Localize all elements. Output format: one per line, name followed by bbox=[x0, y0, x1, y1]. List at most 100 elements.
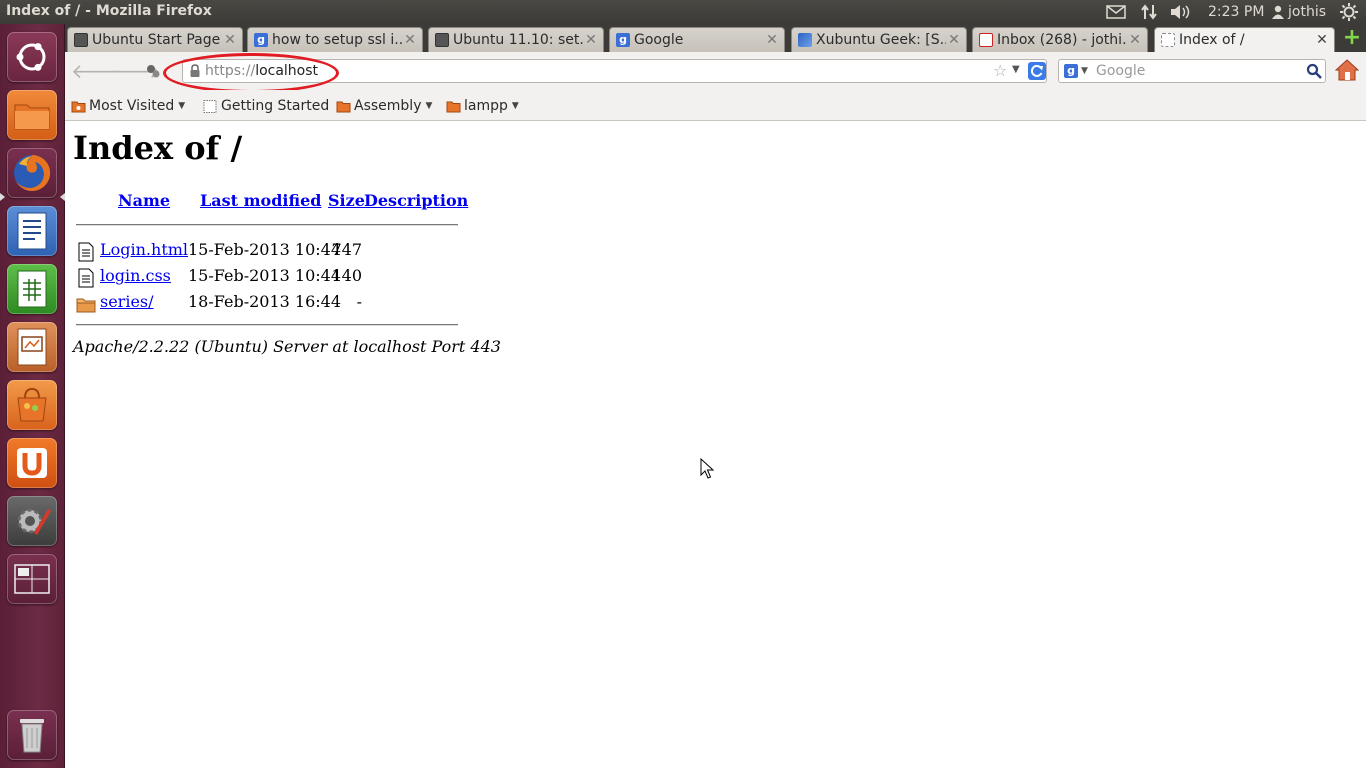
tab-label: Ubuntu Start Page bbox=[92, 32, 221, 48]
home-icon[interactable] bbox=[1335, 58, 1359, 82]
text-file-icon bbox=[78, 242, 94, 262]
launcher-ubuntu-one[interactable] bbox=[7, 438, 57, 488]
google-icon[interactable]: g bbox=[1064, 64, 1078, 78]
close-icon[interactable]: ✕ bbox=[222, 32, 238, 48]
url-text[interactable]: https://localhost bbox=[205, 63, 318, 79]
writer-icon bbox=[17, 212, 47, 250]
bookmark-most-visited[interactable]: Most Visited ▼ bbox=[71, 96, 185, 116]
file-link[interactable]: Login.html bbox=[100, 240, 188, 259]
most-visited-icon bbox=[71, 101, 86, 112]
bookmark-folder-assembly[interactable]: Assembly ▼ bbox=[336, 96, 432, 116]
identity-button[interactable] bbox=[143, 60, 163, 82]
url-bar[interactable]: https://localhost ☆ ▼ bbox=[182, 59, 1047, 83]
bookmark-star-icon[interactable]: ☆ bbox=[993, 61, 1007, 80]
launcher-system-settings[interactable] bbox=[7, 496, 57, 546]
bookmark-label: Assembly bbox=[354, 98, 422, 114]
close-icon[interactable]: ✕ bbox=[402, 32, 418, 48]
search-input[interactable]: Google bbox=[1096, 63, 1145, 79]
tab-index-of[interactable]: Index of / ✕ bbox=[1154, 27, 1335, 52]
tab-ubuntu-1110[interactable]: Ubuntu 11.10: set... ✕ bbox=[428, 27, 604, 52]
user-name: jothis bbox=[1288, 4, 1327, 20]
folder-icon bbox=[76, 298, 96, 313]
launcher-impress[interactable] bbox=[7, 322, 57, 372]
folder-icon bbox=[14, 104, 50, 130]
close-icon[interactable]: ✕ bbox=[764, 32, 780, 48]
server-signature: Apache/2.2.22 (Ubuntu) Server at localho… bbox=[73, 337, 501, 356]
search-bar[interactable]: g ▼ Google bbox=[1058, 59, 1326, 83]
window-title: Index of / - Mozilla Firefox bbox=[6, 3, 212, 19]
blank-page-icon bbox=[74, 33, 88, 47]
tab-gmail-inbox[interactable]: Inbox (268) - jothi... ✕ bbox=[972, 27, 1148, 52]
file-size: - bbox=[356, 292, 362, 311]
last-modified: 15-Feb-2013 10:44 bbox=[188, 240, 342, 259]
folder-link[interactable]: series/ bbox=[100, 292, 154, 311]
column-header-last-modified[interactable]: Last modified bbox=[200, 191, 321, 210]
software-center-icon bbox=[17, 387, 47, 422]
blank-page-icon bbox=[435, 33, 449, 47]
url-scheme: https:// bbox=[205, 63, 256, 79]
tab-ubuntu-start-page[interactable]: Ubuntu Start Page ✕ bbox=[67, 27, 243, 52]
google-icon: g bbox=[616, 33, 630, 47]
chevron-down-icon: ▼ bbox=[425, 101, 433, 111]
ubuntu-one-icon bbox=[17, 448, 47, 478]
impress-icon bbox=[17, 328, 47, 366]
workspace-icon bbox=[14, 564, 50, 594]
column-header-description[interactable]: Description bbox=[364, 191, 468, 210]
mail-icon[interactable] bbox=[1106, 0, 1126, 24]
bookmark-label: Getting Started bbox=[221, 98, 330, 114]
launcher-firefox[interactable] bbox=[7, 148, 57, 198]
launcher-writer[interactable] bbox=[7, 206, 57, 256]
launcher-dash-home[interactable] bbox=[7, 32, 57, 82]
page-content: Index of / Name Last modified Size Descr… bbox=[65, 121, 1366, 768]
user-icon bbox=[1272, 5, 1284, 19]
tab-label: Xubuntu Geek: [S... bbox=[816, 32, 946, 48]
bookmark-folder-lampp[interactable]: lampp ▼ bbox=[446, 96, 519, 116]
chevron-down-icon: ▼ bbox=[178, 101, 186, 111]
url-history-dropdown[interactable]: ▼ bbox=[1012, 64, 1020, 75]
firefox-icon bbox=[14, 154, 51, 191]
last-modified: 18-Feb-2013 16:44 bbox=[188, 292, 342, 311]
page-icon bbox=[203, 99, 217, 113]
xubuntu-icon bbox=[798, 33, 812, 47]
close-icon[interactable]: ✕ bbox=[583, 32, 599, 48]
column-header-name[interactable]: Name bbox=[118, 191, 170, 210]
search-icon[interactable] bbox=[1306, 63, 1322, 79]
network-icon[interactable] bbox=[1140, 0, 1158, 24]
calc-icon bbox=[17, 270, 47, 308]
launcher-calc[interactable] bbox=[7, 264, 57, 314]
page-title: Index of / bbox=[73, 129, 243, 167]
forward-button[interactable]: 🡒 bbox=[107, 60, 161, 82]
search-engine-dropdown[interactable]: ▼ bbox=[1081, 66, 1088, 76]
launcher-workspace-switcher[interactable] bbox=[7, 554, 57, 604]
user-menu[interactable]: jothis bbox=[1272, 0, 1326, 24]
close-icon[interactable]: ✕ bbox=[1127, 32, 1143, 48]
launcher-software-center[interactable] bbox=[7, 380, 57, 430]
close-icon[interactable]: ✕ bbox=[1314, 32, 1330, 48]
file-size: 140 bbox=[331, 266, 362, 285]
bookmark-label: Most Visited bbox=[89, 98, 175, 114]
column-header-size[interactable]: Size bbox=[328, 191, 365, 210]
reload-icon[interactable] bbox=[1028, 62, 1046, 80]
clock[interactable]: 2:23 PM bbox=[1208, 0, 1264, 24]
blank-page-icon bbox=[1161, 33, 1175, 47]
tab-xubuntu-geek[interactable]: Xubuntu Geek: [S... ✕ bbox=[791, 27, 967, 52]
launcher-home-folder[interactable] bbox=[7, 90, 57, 140]
tab-google[interactable]: g Google ✕ bbox=[609, 27, 785, 52]
bookmarks-toolbar: Most Visited ▼ Getting Started Assembly … bbox=[65, 90, 1366, 121]
tab-bar: Ubuntu Start Page ✕ g how to setup ssl i… bbox=[65, 24, 1366, 52]
launcher-trash[interactable] bbox=[7, 710, 57, 760]
sound-icon[interactable] bbox=[1170, 0, 1192, 24]
bookmark-getting-started[interactable]: Getting Started bbox=[203, 96, 329, 116]
google-icon: g bbox=[254, 33, 268, 47]
close-icon[interactable]: ✕ bbox=[946, 32, 962, 48]
tab-label: Index of / bbox=[1179, 32, 1245, 48]
back-button[interactable]: 🡐 bbox=[71, 60, 125, 82]
tab-ssl-setup[interactable]: g how to setup ssl i... ✕ bbox=[247, 27, 423, 52]
file-link[interactable]: login.css bbox=[100, 266, 171, 285]
file-size: 747 bbox=[331, 240, 362, 259]
ubuntu-logo-icon bbox=[16, 43, 46, 71]
tab-label: Inbox (268) - jothi... bbox=[997, 32, 1127, 48]
gear-icon[interactable] bbox=[1340, 0, 1358, 24]
mouse-cursor-icon bbox=[700, 458, 714, 479]
new-tab-button[interactable]: + bbox=[1341, 27, 1363, 49]
